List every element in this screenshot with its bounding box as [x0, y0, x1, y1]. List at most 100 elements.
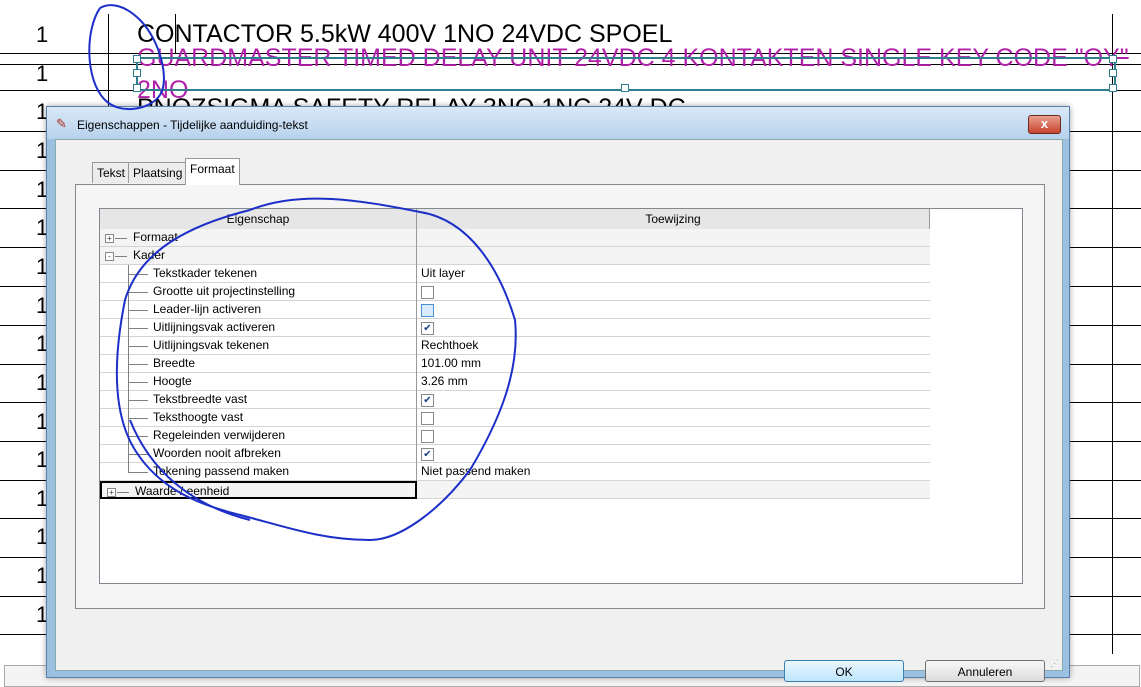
- tab-tekst[interactable]: Tekst: [92, 162, 131, 183]
- tab-formaat[interactable]: Formaat: [185, 158, 240, 185]
- dialog-titlebar[interactable]: ✎ Eigenschappen - Tijdelijke aanduiding-…: [47, 107, 1069, 139]
- property-row[interactable]: Tekstbreedte vast ✔: [100, 391, 930, 409]
- property-name-cell: Uitlijningsvak activeren: [100, 319, 417, 337]
- property-row[interactable]: Tekening passend maken Niet passend maken: [100, 463, 930, 481]
- checkbox[interactable]: ✔: [421, 322, 434, 335]
- dialog-client-area: Tekst Plaatsing Formaat Eigenschap Toewi…: [55, 139, 1063, 682]
- property-name: Tekstbreedte vast: [153, 392, 248, 406]
- property-value-cell[interactable]: ✔: [417, 445, 930, 463]
- checkbox[interactable]: [421, 430, 434, 443]
- properties-icon: ✎: [56, 116, 67, 131]
- selection-handle[interactable]: [133, 84, 141, 92]
- property-value-cell[interactable]: [417, 427, 930, 445]
- expand-icon[interactable]: +: [105, 234, 114, 243]
- property-name-cell: Tekening passend maken: [100, 463, 417, 481]
- property-value-cell[interactable]: [417, 229, 930, 247]
- property-value: 101.00 mm: [421, 356, 482, 370]
- selection-handle[interactable]: [1109, 55, 1117, 63]
- checkbox[interactable]: ✔: [421, 448, 434, 461]
- property-name: Waarde / eenheid: [135, 484, 230, 498]
- tab-label: Tekst: [97, 166, 126, 180]
- selection-handle[interactable]: [1109, 69, 1117, 77]
- drawing-row-number: 1: [36, 61, 49, 86]
- property-value: Niet passend maken: [421, 464, 531, 478]
- tree-connector: [117, 492, 129, 493]
- property-name-cell: + Formaat: [100, 229, 417, 247]
- property-row[interactable]: + Formaat: [100, 229, 930, 247]
- property-value-cell[interactable]: Uit layer: [417, 265, 930, 283]
- column-header-toewijzing[interactable]: Toewijzing: [417, 209, 930, 229]
- property-row[interactable]: Uitlijningsvak activeren ✔: [100, 319, 930, 337]
- tree-connector: [128, 472, 148, 473]
- property-value-cell[interactable]: ✔: [417, 319, 930, 337]
- property-value-cell[interactable]: Rechthoek: [417, 337, 930, 355]
- ok-button[interactable]: OK: [784, 660, 904, 682]
- checkbox[interactable]: [421, 412, 434, 425]
- property-row[interactable]: Uitlijningsvak tekenen Rechthoek: [100, 337, 930, 355]
- property-value-cell[interactable]: 101.00 mm: [417, 355, 930, 373]
- tab-plaatsing[interactable]: Plaatsing: [128, 162, 188, 183]
- cancel-button[interactable]: Annuleren: [925, 660, 1045, 682]
- property-value-cell[interactable]: [417, 301, 930, 319]
- close-button[interactable]: x: [1028, 115, 1061, 134]
- resize-grip-icon[interactable]: ⋰: [1050, 658, 1060, 668]
- collapse-icon[interactable]: -: [105, 252, 114, 261]
- property-value-cell[interactable]: Niet passend maken: [417, 463, 930, 481]
- property-value-cell[interactable]: [417, 247, 930, 265]
- property-row[interactable]: - Kader: [100, 247, 930, 265]
- property-row[interactable]: Hoogte 3.26 mm: [100, 373, 930, 391]
- property-name: Uitlijningsvak tekenen: [153, 338, 270, 352]
- tree-connector: [128, 454, 148, 455]
- tree-connector: [128, 436, 148, 437]
- property-name: Uitlijningsvak activeren: [153, 320, 276, 334]
- property-name: Woorden nooit afbreken: [153, 446, 281, 460]
- selection-handle[interactable]: [133, 55, 141, 63]
- property-row[interactable]: Regeleinden verwijderen: [100, 427, 930, 445]
- property-row[interactable]: Woorden nooit afbreken ✔: [100, 445, 930, 463]
- property-row[interactable]: Breedte 101.00 mm: [100, 355, 930, 373]
- property-grid[interactable]: Eigenschap Toewijzing + Formaat - Kader Teks…: [99, 208, 1023, 584]
- property-name: Tekstkader tekenen: [153, 266, 258, 280]
- drawing-row-number: 1: [36, 22, 49, 47]
- property-name: Leader-lijn activeren: [153, 302, 262, 316]
- property-value-cell[interactable]: [417, 409, 930, 427]
- property-value-cell[interactable]: [417, 283, 930, 301]
- tree-connector: [128, 310, 148, 311]
- property-row[interactable]: Tekstkader tekenen Uit layer: [100, 265, 930, 283]
- property-row[interactable]: Leader-lijn activeren: [100, 301, 930, 319]
- property-row[interactable]: + Waarde / eenheid: [100, 481, 930, 499]
- property-name: Hoogte: [153, 374, 192, 388]
- selection-handle[interactable]: [133, 69, 141, 77]
- property-value-cell[interactable]: 3.26 mm: [417, 373, 930, 391]
- selection-handle[interactable]: [621, 84, 629, 92]
- checkbox[interactable]: [421, 286, 434, 299]
- column-header-eigenschap[interactable]: Eigenschap: [100, 209, 417, 229]
- selection-handle[interactable]: [1109, 84, 1117, 92]
- expand-icon[interactable]: +: [107, 488, 116, 497]
- dialog-title: Eigenschappen - Tijdelijke aanduiding-te…: [77, 118, 308, 132]
- property-value: Uit layer: [421, 266, 466, 280]
- property-name: Grootte uit projectinstelling: [153, 284, 296, 298]
- property-name: Breedte: [153, 356, 196, 370]
- checkbox[interactable]: [421, 304, 434, 317]
- property-value-cell[interactable]: [417, 481, 930, 499]
- property-name-cell: + Waarde / eenheid: [100, 481, 417, 499]
- property-name-cell: Uitlijningsvak tekenen: [100, 337, 417, 355]
- drawing-vertical-line: [1112, 14, 1113, 654]
- property-value: Rechthoek: [421, 338, 479, 352]
- tree-connector: [128, 346, 148, 347]
- tree-connector: [128, 292, 148, 293]
- property-name-cell: Hoogte: [100, 373, 417, 391]
- property-name-cell: Regeleinden verwijderen: [100, 427, 417, 445]
- tree-connector: [128, 400, 148, 401]
- property-value-cell[interactable]: ✔: [417, 391, 930, 409]
- property-row[interactable]: Teksthoogte vast: [100, 409, 930, 427]
- checkbox[interactable]: ✔: [421, 394, 434, 407]
- tree-connector: [115, 238, 127, 239]
- tab-label: Formaat: [190, 162, 235, 176]
- property-name: Teksthoogte vast: [153, 410, 244, 424]
- property-name-cell: Tekstkader tekenen: [100, 265, 417, 283]
- close-icon: x: [1040, 116, 1049, 131]
- property-row[interactable]: Grootte uit projectinstelling: [100, 283, 930, 301]
- property-name-cell: Grootte uit projectinstelling: [100, 283, 417, 301]
